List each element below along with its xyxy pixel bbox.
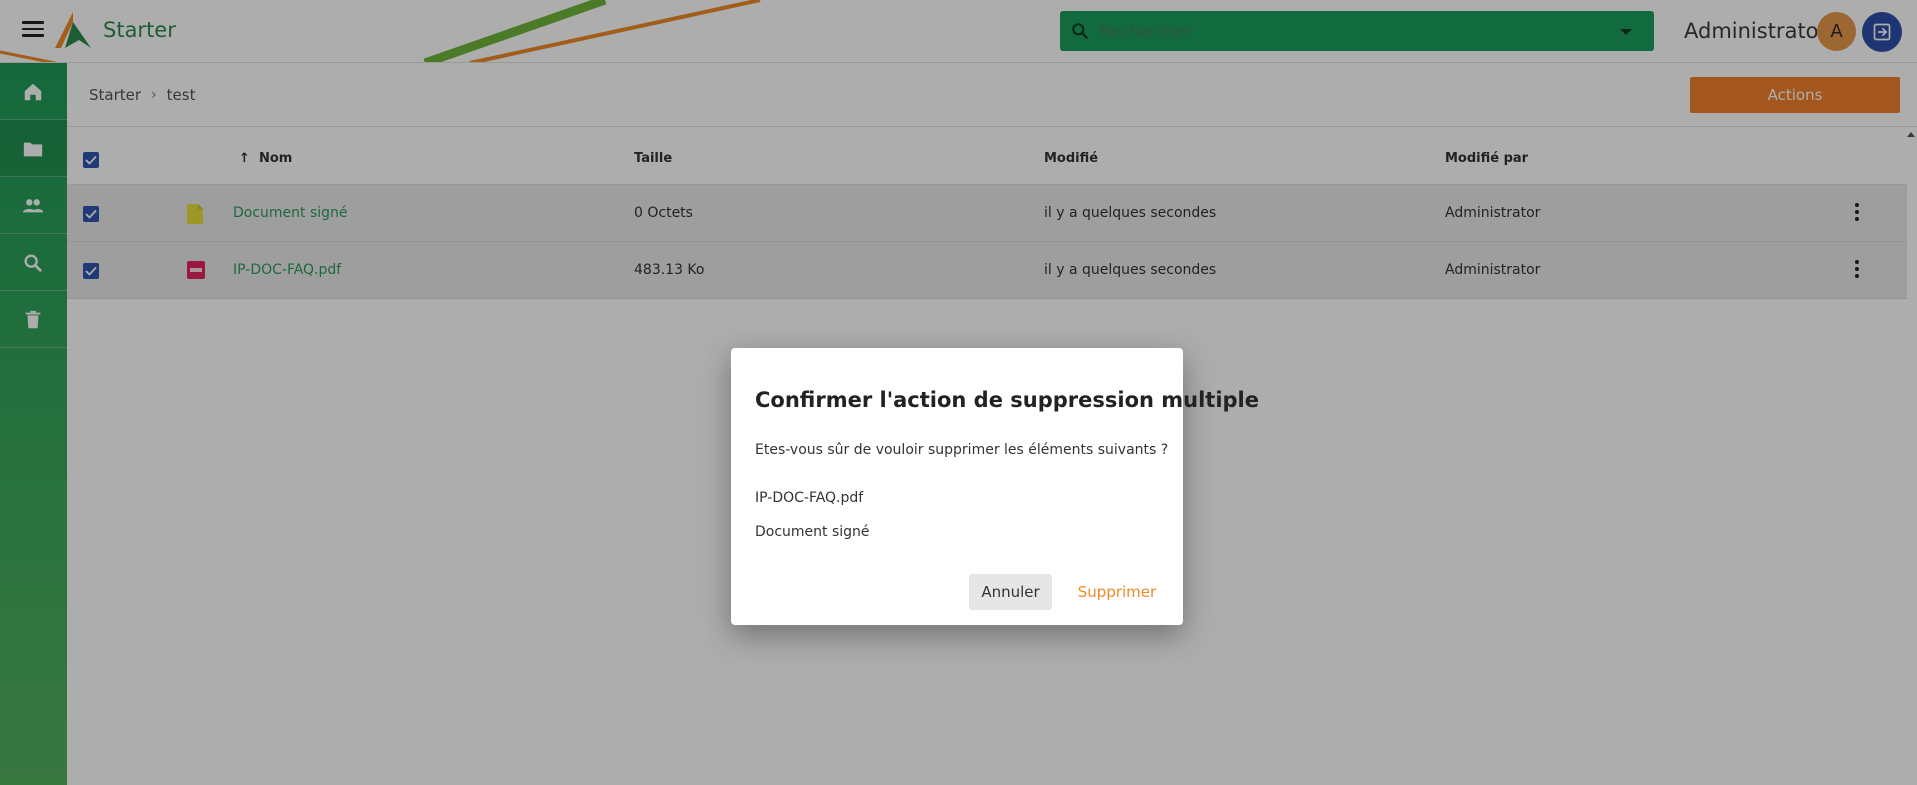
cancel-button[interactable]: Annuler (969, 574, 1052, 610)
dialog-title: Confirmer l'action de suppression multip… (755, 388, 1259, 412)
dialog-question: Etes-vous sûr de vouloir supprimer les é… (755, 442, 1169, 458)
dialog-list-item: IP-DOC-FAQ.pdf (755, 490, 864, 506)
delete-button[interactable]: Supprimer (1064, 574, 1170, 610)
dialog-list-item: Document signé (755, 524, 870, 540)
confirm-delete-dialog: Confirmer l'action de suppression multip… (731, 348, 1259, 625)
